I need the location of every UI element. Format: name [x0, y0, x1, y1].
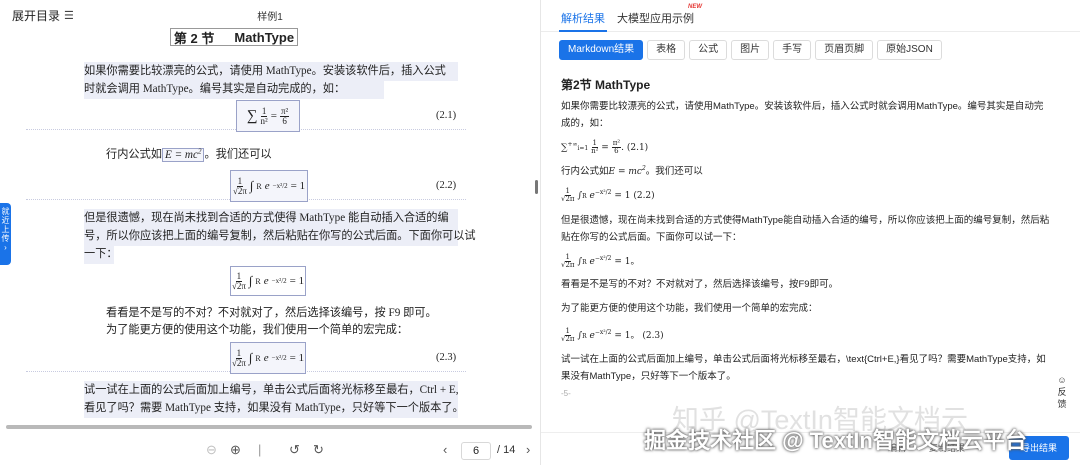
chip-image[interactable]: 图片: [731, 40, 770, 60]
quick-upload-side-button[interactable]: 就近上传 ›: [0, 203, 11, 265]
paragraph-line: 但是很遗憾，现在尚未找到合适的方式使得 MathType 能自动插入合适的编: [84, 209, 458, 228]
equation-box-2-2: 1 √2π ∫ R e −x²/2 = 1: [230, 170, 308, 202]
rotate-left-icon[interactable]: ↺: [289, 442, 300, 458]
result-equation-number: (2.2): [633, 191, 655, 201]
tab-parse-result[interactable]: 解析结果: [561, 10, 605, 26]
paragraph-line: 如果你需要比较漂亮的公式，请使用 MathType。安装该软件后，插入公式: [84, 62, 458, 81]
result-equation-number: (2.3): [642, 331, 664, 341]
section-number: 第 2 节: [173, 30, 215, 46]
parse-result-pane: 解析结果 大模型应用示例 NEW Markdown结果 表格 公式 图片 手写 …: [541, 0, 1080, 465]
result-equation: 1 √2π ∫R e−x²/2 = 1。: [561, 253, 640, 269]
prev-page-icon[interactable]: ‹: [443, 442, 447, 457]
page-total: / 14: [497, 444, 516, 456]
feedback-icon: ☺: [1057, 375, 1067, 385]
result-heading: 第2节 MathType: [561, 78, 651, 92]
feedback-button[interactable]: ☺ 反馈: [1053, 374, 1071, 410]
chip-table[interactable]: 表格: [647, 40, 686, 60]
equation-fraction: 1 √2π: [231, 347, 246, 368]
paragraph-line: 为了能更方便的使用这个功能，我们使用一个简单的宏完成：: [106, 324, 409, 336]
result-paragraph: 试一试在上面的公式后面加上编号，单击公式后面将光标移至最右，\text{Ctrl…: [561, 354, 1046, 382]
preview-header: 展开目录 ☰ 样例1: [0, 0, 540, 28]
chip-raw-json[interactable]: 原始JSON: [877, 40, 942, 60]
inline-equation: E = mc2: [161, 147, 205, 162]
equation-fraction: 1 n²: [260, 105, 268, 126]
document-preview-pane: 展开目录 ☰ 样例1 第 2 节 MathType 如果你需要比较漂亮的公式，请…: [0, 0, 540, 465]
paragraph-text: 。我们还可以: [204, 148, 272, 161]
equation-number: (2.2): [436, 180, 457, 191]
equation-box: 1 √2π ∫ R e −x²/2 = 1: [230, 266, 306, 296]
equation-fraction: π² 6: [279, 105, 290, 126]
new-badge: NEW: [688, 4, 702, 10]
result-paragraph: 但是很遗憾，现在尚未找到合适的方式使得MathType能自动插入合适的编号，所以…: [561, 215, 1050, 243]
zoom-in-icon[interactable]: ⊕: [230, 442, 241, 458]
result-tabs: 解析结果 大模型应用示例 NEW: [541, 0, 1080, 32]
equation-number: (2.1): [436, 110, 457, 121]
equation-box-2-1: ∑ 1 n² = π² 6: [236, 100, 300, 132]
result-equation-2-1: ∑+∞i=1 1 n² = π² 6. (2.1): [561, 139, 649, 155]
document-page: 第 2 节 MathType 如果你需要比较漂亮的公式，请使用 MathType…: [6, 28, 530, 426]
paragraph-text: 行内公式如: [106, 148, 162, 161]
equation-fraction: 1 √2π: [231, 270, 246, 291]
watermark-juejin: 掘金技术社区 @ TextIn智能文档云平台: [644, 428, 1027, 453]
result-equation-number: (2.1): [626, 143, 649, 153]
result-paragraph: 如果你需要比较漂亮的公式，请使用MathType。安装该软件后，插入公式时就会调…: [561, 101, 1044, 129]
paragraph-line: 时就会调用 MathType。编号其实是自动完成的，如：: [84, 80, 384, 99]
rotate-right-icon[interactable]: ↻: [313, 442, 324, 458]
paragraph-line: 看见了吗？需要 MathType 支持，如果没有 MathType，只好等下一个…: [84, 399, 464, 418]
drag-handle-icon[interactable]: [535, 180, 538, 194]
chevron-right-icon: ›: [4, 243, 7, 252]
chip-header-footer[interactable]: 页眉页脚: [815, 40, 874, 60]
zoom-out-icon[interactable]: ⊖: [206, 442, 217, 458]
result-equation-2-3: 1 √2π ∫R e−x²/2 = 1。 (2.3): [561, 327, 664, 343]
active-tab-indicator: [559, 30, 607, 32]
section-name: MathType: [234, 29, 295, 45]
paragraph-line: 号，所以你应该把上面的编号复制，然后粘贴在你写的公式后面。下面你可以试: [84, 227, 476, 246]
chip-formula[interactable]: 公式: [689, 40, 728, 60]
equation-number: (2.3): [436, 352, 457, 363]
paragraph-line: 一下：: [84, 245, 118, 264]
equation-fraction: 1 √2π: [232, 175, 247, 196]
horizontal-scrollbar[interactable]: [6, 425, 532, 429]
chip-markdown[interactable]: Markdown结果: [559, 40, 644, 60]
document-title: 样例1: [257, 12, 283, 23]
result-format-chips: Markdown结果 表格 公式 图片 手写 页眉页脚 原始JSON: [559, 40, 942, 60]
page-number-input[interactable]: 6: [461, 442, 491, 460]
paragraph-line: 试一试在上面的公式后面加上编号，单击公式后面将光标移至最右，Ctrl + E,: [84, 381, 459, 400]
next-page-icon[interactable]: ›: [526, 442, 530, 457]
chip-handwriting[interactable]: 手写: [773, 40, 812, 60]
result-paragraph: 为了能更方便的使用这个功能，我们使用一个简单的宏完成：: [561, 303, 818, 314]
page-marker: -5-: [561, 389, 571, 398]
tab-llm-examples[interactable]: 大模型应用示例: [617, 10, 694, 26]
separator-icon: |: [258, 442, 262, 457]
result-paragraph: 行内公式如E = mc2。我们还可以: [561, 165, 703, 177]
preview-toolbar: ⊖ ⊕ | ↺ ↻ ‹ 6 / 14 ›: [0, 436, 540, 465]
result-paragraph: 看看是不是写的不对？不对就对了，然后选择该编号，按F9即可。: [561, 279, 839, 290]
equation-box-2-3: 1 √2π ∫ R e −x²/2 = 1: [230, 342, 306, 374]
feedback-label: 反馈: [1057, 387, 1067, 409]
section-title-box: 第 2 节 MathType: [170, 28, 298, 46]
quick-upload-label: 就近上传: [1, 207, 10, 243]
result-equation-2-2: 1 √2π ∫R e−x²/2 = 1 (2.2): [561, 187, 655, 203]
